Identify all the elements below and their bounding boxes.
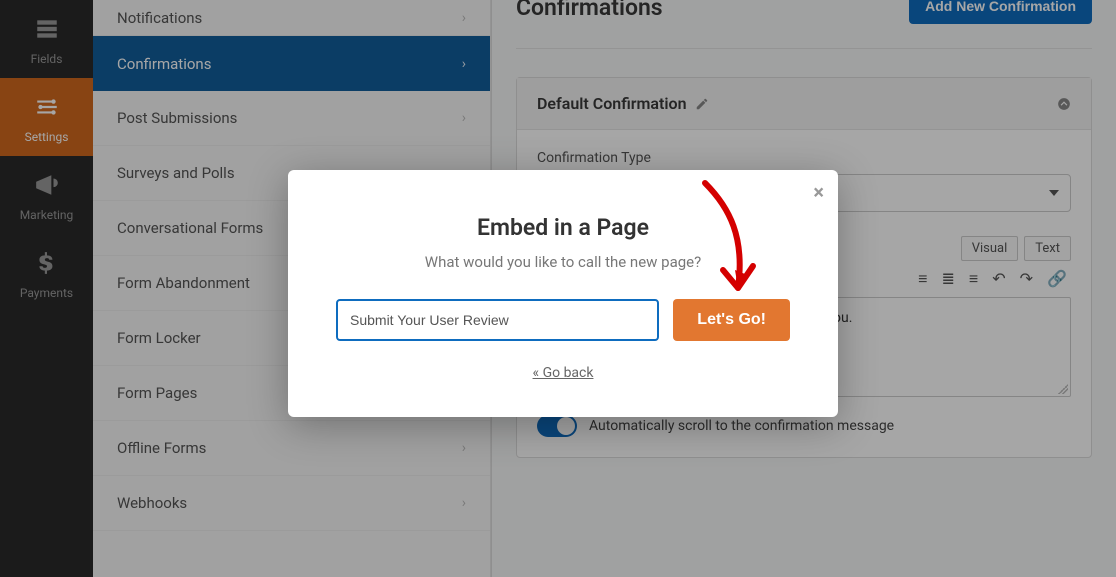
page-name-input[interactable] xyxy=(336,299,659,341)
go-back-link[interactable]: « Go back xyxy=(336,365,790,381)
modal-title: Embed in a Page xyxy=(336,214,790,241)
modal-subtitle: What would you like to call the new page… xyxy=(336,253,790,271)
embed-modal: × Embed in a Page What would you like to… xyxy=(288,170,838,417)
lets-go-button[interactable]: Let's Go! xyxy=(673,299,790,341)
close-icon[interactable]: × xyxy=(813,180,824,204)
